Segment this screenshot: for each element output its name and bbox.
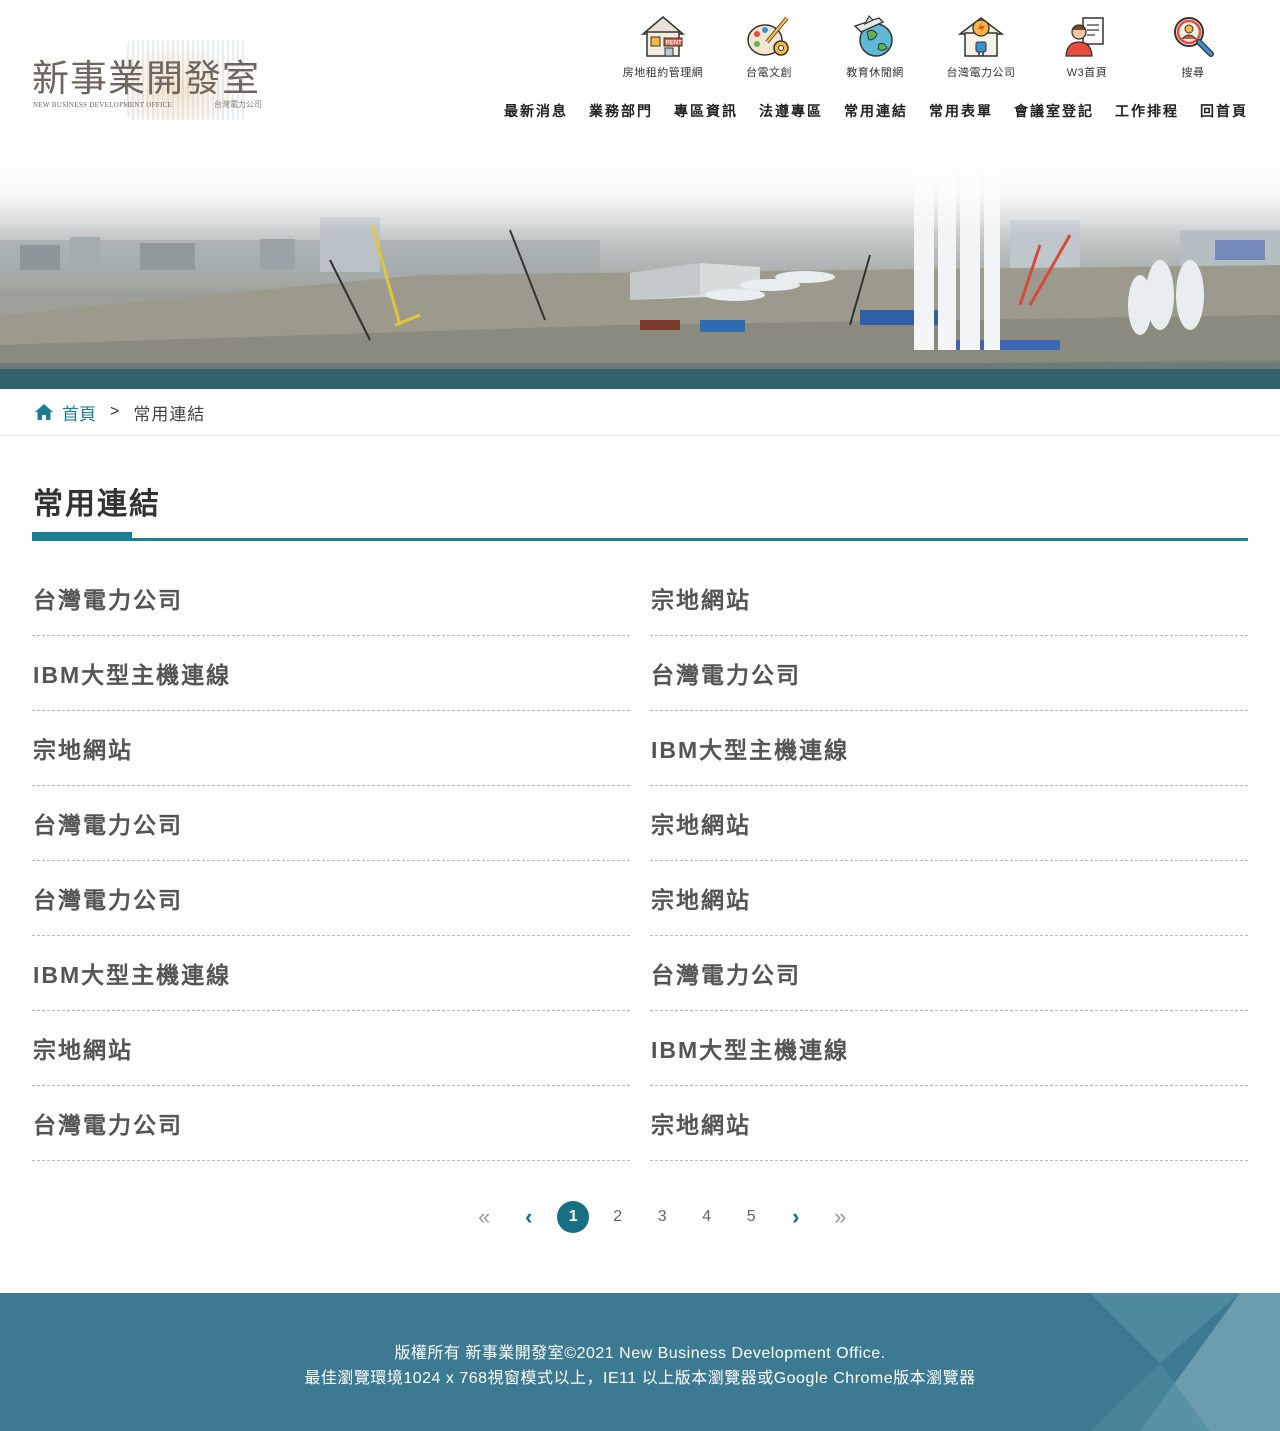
creative-palette-icon	[747, 16, 789, 56]
home-icon	[35, 404, 53, 420]
power-house-icon	[957, 17, 1005, 57]
hero-banner	[0, 145, 1280, 389]
pagination-prev-button[interactable]: ‹	[507, 1201, 552, 1233]
quick-link-w3[interactable]: W3首頁	[1034, 10, 1140, 80]
pagination-page-2[interactable]: 2	[596, 1201, 641, 1233]
nav-news[interactable]: 最新消息	[483, 101, 568, 121]
footer-copyright: 版權所有 新事業開發室©2021 New Business Developmen…	[394, 1345, 886, 1362]
link-item[interactable]: IBM大型主機連線	[650, 1011, 1248, 1086]
quick-link-label: 教育休閒網	[846, 67, 904, 79]
nav-zone-info[interactable]: 專區資訊	[653, 101, 738, 121]
pagination-page-3[interactable]: 3	[640, 1201, 685, 1233]
pagination-page-1[interactable]: 1	[551, 1201, 596, 1233]
link-item[interactable]: 宗地網站	[650, 786, 1248, 861]
title-underline-accent	[32, 532, 132, 541]
staff-document-icon	[1065, 17, 1104, 57]
quick-links: RENT 房地租約管理網 台電文創 教育休閒網 台灣電力公司 W3首頁 搜尋	[610, 10, 1265, 80]
link-list: 台灣電力公司 宗地網站 IBM大型主機連線 台灣電力公司 宗地網站 IBM大型主…	[32, 561, 1248, 1161]
link-item[interactable]: 台灣電力公司	[32, 1086, 630, 1161]
quick-link-label: 房地租約管理網	[622, 67, 704, 79]
pagination-next-button[interactable]: ›	[774, 1201, 819, 1233]
link-item[interactable]: 台灣電力公司	[32, 561, 630, 636]
link-item[interactable]: 台灣電力公司	[32, 786, 630, 861]
quick-link-rent[interactable]: RENT 房地租約管理網	[610, 10, 716, 80]
main-nav: 最新消息 業務部門 專區資訊 法遵專區 常用連結 常用表單 會議室登記 工作排程…	[483, 101, 1248, 121]
title-underline	[32, 538, 1248, 541]
nav-links[interactable]: 常用連結	[823, 101, 908, 121]
quick-link-label: W3首頁	[1066, 67, 1108, 79]
site-header: 新事業開發室 NEW BUSINESS DEVELOPMENT OFFICE 台…	[0, 0, 1280, 145]
site-logo[interactable]: 新事業開發室 NEW BUSINESS DEVELOPMENT OFFICE 台…	[32, 40, 272, 122]
breadcrumb-current: 常用連結	[133, 404, 206, 424]
globe-airplane-icon	[853, 15, 893, 57]
footer-browser-note: 最佳瀏覽環境1024 x 768視窗模式以上，IE11 以上版本瀏覽器或Goog…	[304, 1370, 976, 1387]
page-title: 常用連結	[33, 488, 161, 521]
nav-forms[interactable]: 常用表單	[908, 101, 993, 121]
link-item[interactable]: 台灣電力公司	[650, 636, 1248, 711]
logo-subtitle-en: NEW BUSINESS DEVELOPMENT OFFICE	[33, 101, 173, 109]
nav-compliance[interactable]: 法遵專區	[738, 101, 823, 121]
quick-link-label: 搜尋	[1181, 67, 1205, 79]
link-item[interactable]: IBM大型主機連線	[650, 711, 1248, 786]
svg-text:RENT: RENT	[666, 41, 683, 47]
pagination-first-button[interactable]: «	[462, 1201, 507, 1233]
pagination-page-5[interactable]: 5	[729, 1201, 774, 1233]
pagination-page-4[interactable]: 4	[685, 1201, 730, 1233]
logo-title: 新事業開發室	[32, 57, 260, 100]
breadcrumb-home[interactable]: 首頁	[34, 400, 96, 425]
quick-link-search[interactable]: 搜尋	[1140, 10, 1246, 80]
link-item[interactable]: 台灣電力公司	[32, 861, 630, 936]
quick-link-education[interactable]: 教育休閒網	[822, 10, 928, 80]
link-item[interactable]: IBM大型主機連線	[32, 936, 630, 1011]
breadcrumb-separator: >	[110, 403, 120, 420]
link-item[interactable]: IBM大型主機連線	[32, 636, 630, 711]
search-person-icon	[1174, 17, 1214, 57]
rent-house-icon: RENT	[640, 16, 686, 57]
link-item[interactable]: 宗地網站	[650, 861, 1248, 936]
pagination-last-button[interactable]: »	[818, 1201, 863, 1233]
banner-fog	[0, 145, 1280, 235]
nav-home[interactable]: 回首頁	[1179, 101, 1248, 121]
logo-subtitle-zh: 台灣電力公司	[214, 100, 262, 109]
nav-schedule[interactable]: 工作排程	[1094, 101, 1179, 121]
link-item[interactable]: 宗地網站	[650, 561, 1248, 636]
quick-link-creative[interactable]: 台電文創	[716, 10, 822, 80]
quick-link-label: 台電文創	[746, 67, 792, 79]
link-item[interactable]: 台灣電力公司	[650, 936, 1248, 1011]
nav-departments[interactable]: 業務部門	[568, 101, 653, 121]
link-item[interactable]: 宗地網站	[32, 1011, 630, 1086]
breadcrumb: 首頁 > 常用連結	[0, 389, 1280, 436]
site-footer: 版權所有 新事業開發室©2021 New Business Developmen…	[0, 1293, 1280, 1431]
quick-link-label: 台灣電力公司	[946, 67, 1016, 79]
nav-meeting-room[interactable]: 會議室登記	[993, 101, 1094, 121]
link-item[interactable]: 宗地網站	[32, 711, 630, 786]
pagination-current-page: 1	[557, 1201, 590, 1233]
pagination: « ‹ 1 2 3 4 5 › »	[462, 1200, 863, 1234]
breadcrumb-home-label: 首頁	[62, 404, 96, 424]
quick-link-taipower[interactable]: 台灣電力公司	[928, 10, 1034, 80]
link-item[interactable]: 宗地網站	[650, 1086, 1248, 1161]
